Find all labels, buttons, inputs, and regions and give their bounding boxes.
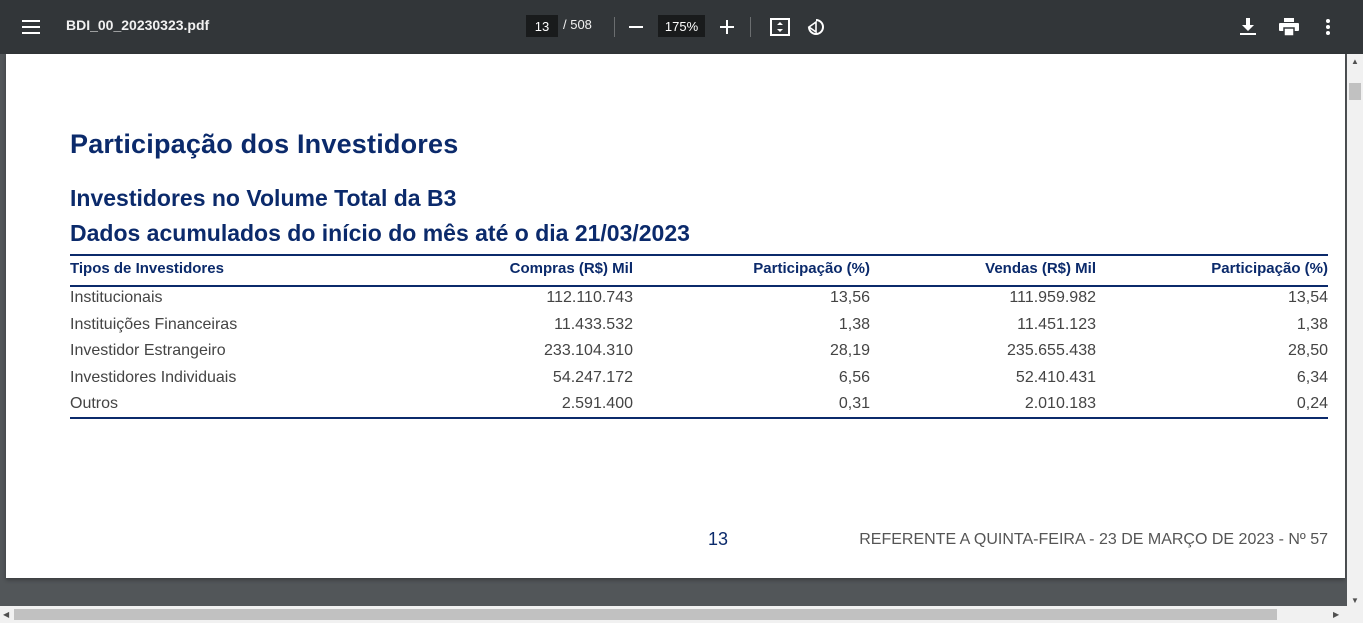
table-cell: 28,50: [1287, 342, 1328, 359]
table-cell: 13,56: [829, 289, 870, 306]
document-filename: BDI_00_20230323.pdf: [66, 17, 210, 33]
scroll-up-icon[interactable]: ▲: [1351, 57, 1359, 66]
table-cell: 235.655.438: [1007, 342, 1096, 359]
table-cell: 28,19: [829, 342, 870, 359]
toolbar-divider: [750, 17, 751, 37]
table-row-label: Instituições Financeiras: [70, 315, 238, 333]
table-cell: 52.410.431: [1015, 368, 1096, 386]
table-cell: 54.247.172: [552, 368, 633, 386]
toolbar-divider: [614, 17, 615, 37]
scroll-right-icon[interactable]: ▶: [1333, 610, 1339, 619]
table-cell: 2.591.400: [561, 395, 633, 412]
table-row-label: Investidores Individuais: [70, 368, 237, 386]
table-top-rule: [70, 254, 1328, 256]
document-viewer[interactable]: Participação dos Investidores Investidor…: [0, 54, 1347, 606]
th-purchases-share: Participação (%): [753, 260, 870, 277]
page-number-input[interactable]: 13: [526, 15, 558, 37]
download-icon[interactable]: [1235, 14, 1261, 40]
page-total: / 508: [563, 17, 592, 32]
fit-page-icon[interactable]: [767, 14, 793, 40]
table-cell: 6,34: [1296, 368, 1328, 386]
zoom-in-icon[interactable]: [714, 14, 740, 40]
table-cell: 1,38: [1296, 315, 1328, 333]
table-row-label: Institucionais: [70, 289, 163, 306]
pdf-toolbar: BDI_00_20230323.pdf 13 / 508 175%: [0, 0, 1363, 54]
table-cell: 233.104.310: [544, 342, 633, 359]
scroll-down-icon[interactable]: ▼: [1351, 596, 1359, 605]
table-cell: 13,54: [1287, 289, 1328, 306]
table-row-label: Outros: [70, 395, 119, 412]
th-sales-share: Participação (%): [1211, 260, 1328, 277]
table-cell: 1,38: [838, 315, 870, 333]
table-header-rule: [70, 285, 1328, 287]
th-sales: Vendas (R$) Mil: [985, 260, 1096, 277]
table-cell: 0,31: [838, 395, 870, 412]
pdf-page: Participação dos Investidores Investidor…: [6, 54, 1345, 578]
table-cell: 111.959.982: [1009, 289, 1096, 306]
vertical-scroll-thumb[interactable]: [1349, 83, 1361, 100]
table-bottom-rule: [70, 417, 1328, 419]
table-cell: 0,24: [1296, 395, 1328, 412]
th-investor-type: Tipos de Investidores: [70, 260, 224, 277]
table-cell: 11.433.532: [554, 315, 633, 333]
menu-icon[interactable]: [18, 14, 44, 40]
scroll-left-icon[interactable]: ◀: [3, 610, 9, 619]
footer-reference: REFERENTE A QUINTA-FEIRA - 23 DE MARÇO D…: [859, 531, 1328, 548]
page-number: 13: [708, 529, 729, 549]
zoom-input[interactable]: 175%: [658, 15, 705, 37]
table-cell: 2.010.183: [1024, 395, 1096, 412]
section-subtitle: Investidores no Volume Total da B3: [70, 185, 457, 211]
more-icon[interactable]: [1315, 14, 1341, 40]
th-purchases: Compras (R$) Mil: [509, 260, 633, 277]
rotate-icon[interactable]: [803, 14, 829, 40]
vertical-scrollbar[interactable]: [1347, 54, 1363, 606]
zoom-out-icon[interactable]: [623, 14, 649, 40]
table-cell: 112.110.743: [546, 289, 633, 306]
print-icon[interactable]: [1276, 14, 1302, 40]
table-cell: 11.451.123: [1017, 315, 1096, 333]
horizontal-scroll-thumb[interactable]: [14, 609, 1277, 620]
table-cell: 6,56: [838, 368, 870, 386]
table-row-label: Investidor Estrangeiro: [70, 342, 226, 359]
section-subtitle-date: Dados acumulados do início do mês até o …: [70, 220, 690, 246]
page-title: Participação dos Investidores: [70, 129, 459, 159]
